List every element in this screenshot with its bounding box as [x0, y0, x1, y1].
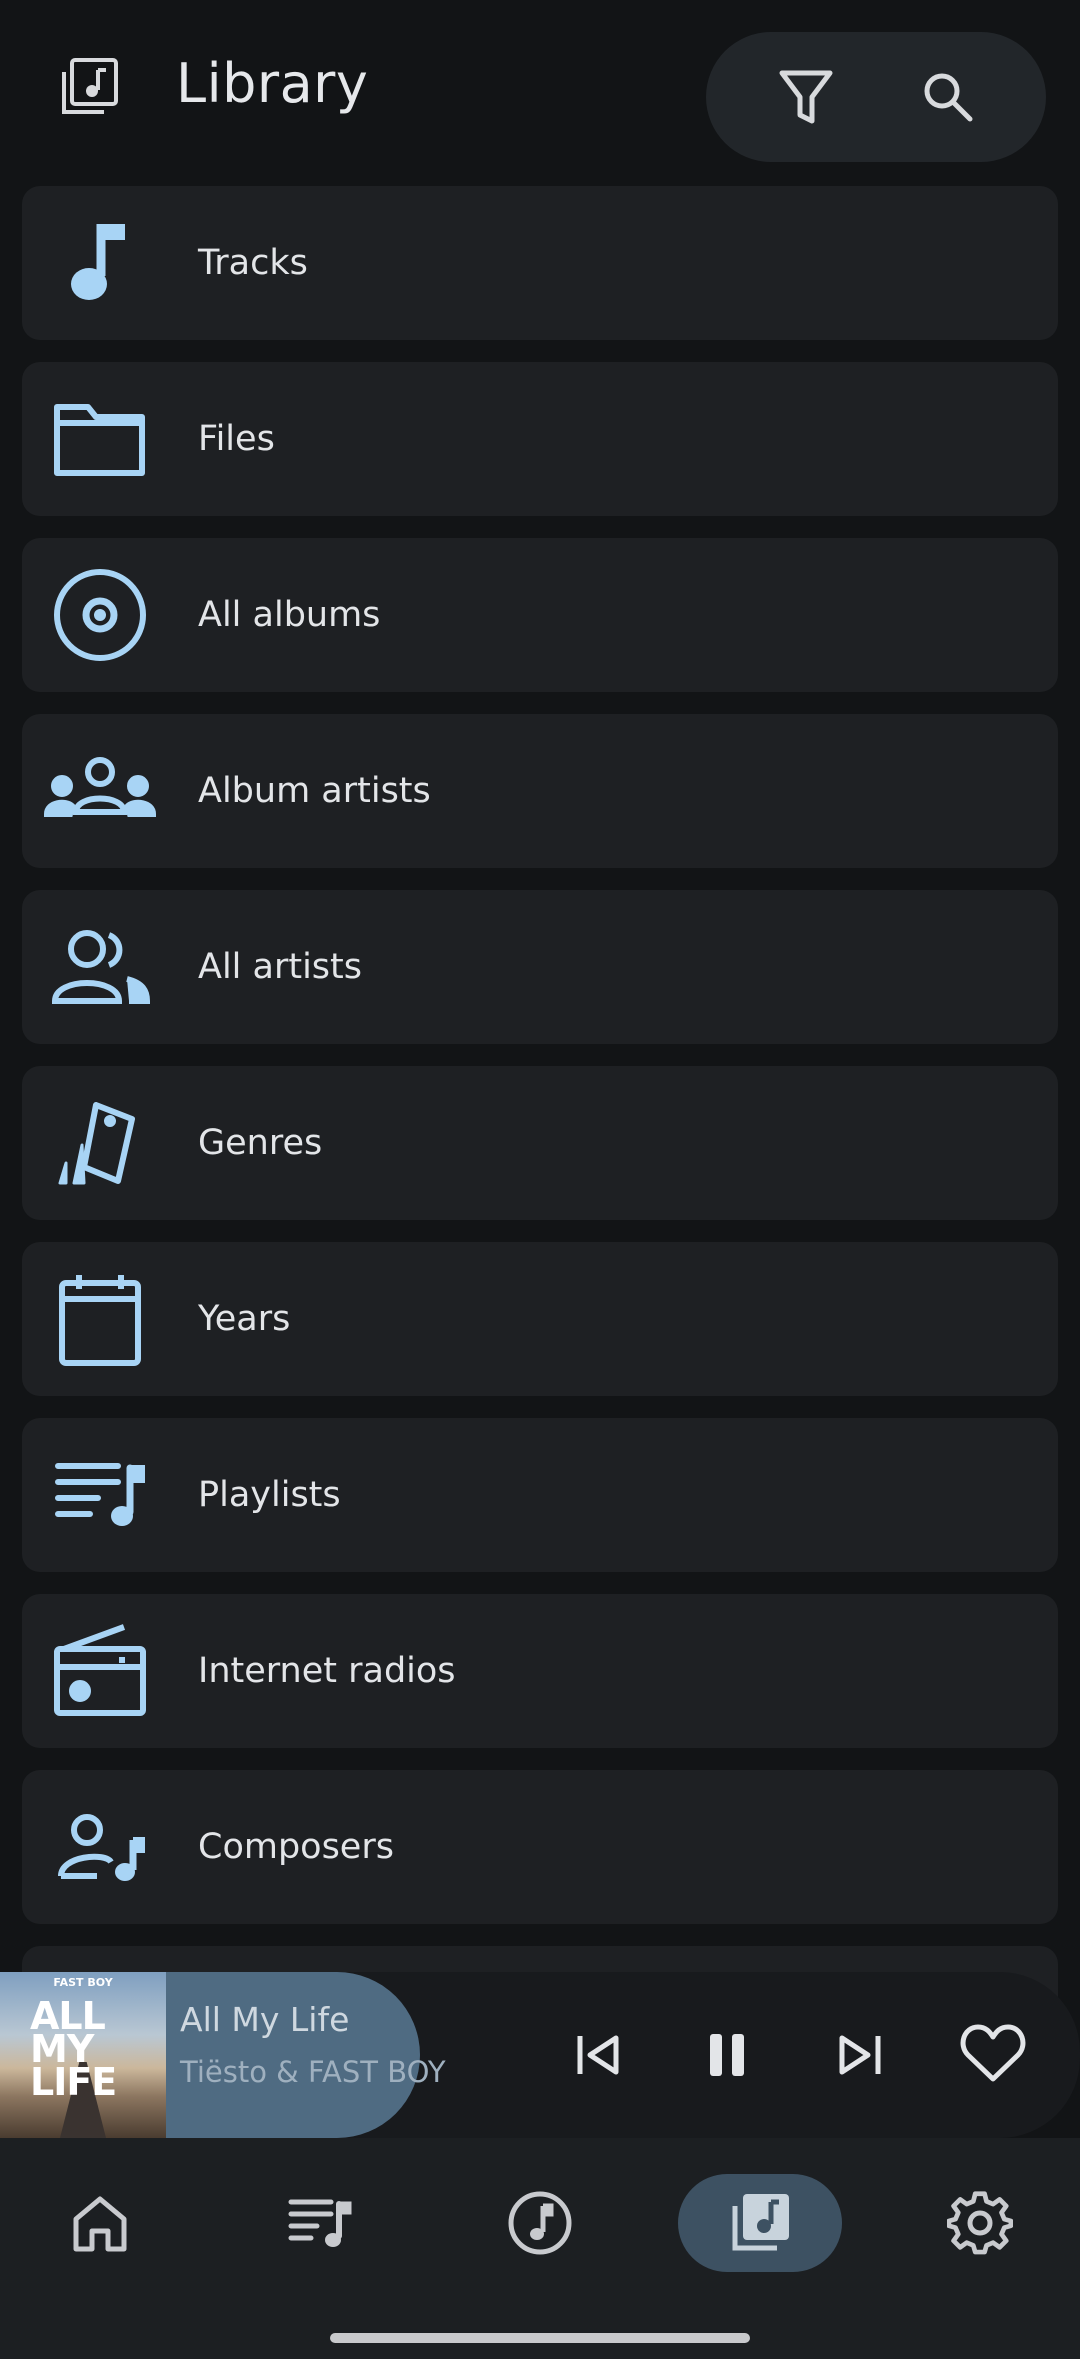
- settings-icon: [947, 2191, 1013, 2255]
- calendar-icon: [42, 1274, 158, 1366]
- library-item-internet-radios[interactable]: Internet radios: [22, 1594, 1058, 1748]
- library-item-all-artists[interactable]: All artists: [22, 890, 1058, 1044]
- track-artist: Tiësto & FAST BOY: [180, 2055, 446, 2089]
- previous-button[interactable]: [562, 2020, 632, 2090]
- library-music-icon: [56, 56, 120, 120]
- library-item-playlists[interactable]: Playlists: [22, 1418, 1058, 1572]
- library-item-label: Genres: [198, 1123, 323, 1163]
- library-music-icon: [732, 2194, 789, 2251]
- library-item-label: Tracks: [198, 243, 308, 283]
- composer-icon: [42, 1802, 158, 1892]
- album-icon: [42, 569, 158, 661]
- library-item-label: All artists: [198, 947, 362, 987]
- library-item-tracks[interactable]: Tracks: [22, 186, 1058, 340]
- track-title: All My Life: [180, 2000, 350, 2039]
- music-disc-icon: [508, 2191, 572, 2255]
- favorite-button[interactable]: [956, 2016, 1030, 2090]
- nav-settings[interactable]: [898, 2174, 1062, 2272]
- library-item-years[interactable]: Years: [22, 1242, 1058, 1396]
- header-actions: [706, 32, 1046, 162]
- folder-icon: [42, 394, 158, 484]
- library-item-album-artists[interactable]: Album artists: [22, 714, 1058, 868]
- filter-button[interactable]: [776, 67, 836, 127]
- people-icon: [42, 922, 158, 1012]
- library-item-label: Internet radios: [198, 1651, 456, 1691]
- library-item-composers[interactable]: Composers: [22, 1770, 1058, 1924]
- nav-home[interactable]: [18, 2174, 182, 2272]
- music-note-icon: [42, 218, 158, 308]
- nav-now-playing[interactable]: [458, 2174, 622, 2272]
- heart-icon: [960, 2024, 1026, 2082]
- library-item-label: Years: [198, 1299, 291, 1339]
- filter-icon: [779, 70, 833, 124]
- next-button[interactable]: [826, 2020, 896, 2090]
- pause-button[interactable]: [692, 2020, 762, 2090]
- queue-music-icon: [288, 2199, 352, 2247]
- home-icon: [73, 2196, 127, 2252]
- home-indicator[interactable]: [330, 2333, 750, 2343]
- library-item-genres[interactable]: Genres: [22, 1066, 1058, 1220]
- bottom-navigation: [0, 2138, 1080, 2359]
- pause-icon: [710, 2034, 744, 2076]
- album-artwork: FAST BOY ALL MY LIFE: [0, 1972, 166, 2138]
- library-item-label: Album artists: [198, 771, 431, 811]
- nav-queue[interactable]: [238, 2174, 402, 2272]
- artwork-top-text: FAST BOY: [53, 1976, 113, 1989]
- genres-icon: [42, 1098, 158, 1188]
- groups-icon: [42, 746, 158, 836]
- library-item-label: Files: [198, 419, 275, 459]
- playlist-icon: [42, 1450, 158, 1540]
- library-item-all-albums[interactable]: All albums: [22, 538, 1058, 692]
- page-title: Library: [176, 52, 369, 115]
- skip-previous-icon: [577, 2035, 619, 2075]
- library-item-label: Playlists: [198, 1475, 341, 1515]
- nav-library[interactable]: [678, 2174, 842, 2272]
- library-item-label: Composers: [198, 1827, 394, 1867]
- artwork-text: ALL MY LIFE: [30, 1994, 117, 2104]
- radio-icon: [42, 1624, 158, 1716]
- skip-next-icon: [839, 2035, 881, 2075]
- library-item-label: All albums: [198, 595, 381, 635]
- search-button[interactable]: [918, 67, 978, 127]
- library-item-files[interactable]: Files: [22, 362, 1058, 516]
- app-header: Library: [0, 0, 1080, 180]
- search-icon: [924, 73, 973, 122]
